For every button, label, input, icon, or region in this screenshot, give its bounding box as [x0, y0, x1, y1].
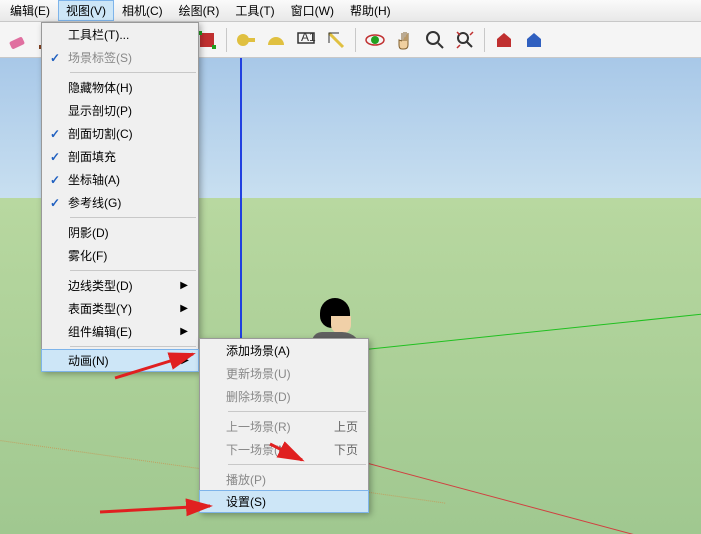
- menu-item-scene-tabs[interactable]: ✓场景标签(S): [42, 46, 198, 69]
- menu-item-update-scene[interactable]: 更新场景(U): [200, 362, 368, 385]
- zoom-icon[interactable]: [421, 26, 449, 54]
- menu-item-edge-style[interactable]: 边线类型(D)▶: [42, 274, 198, 297]
- text-icon[interactable]: A1: [292, 26, 320, 54]
- protractor-icon[interactable]: [262, 26, 290, 54]
- menu-item-delete-scene[interactable]: 删除场景(D): [200, 385, 368, 408]
- menu-tools[interactable]: 工具(T): [227, 0, 282, 21]
- annotation-arrow: [115, 350, 205, 383]
- submenu-arrow-icon: ▶: [180, 326, 188, 337]
- tape-icon[interactable]: [232, 26, 260, 54]
- menu-item-section-cuts[interactable]: ✓剖面切割(C): [42, 122, 198, 145]
- separator-icon: [226, 28, 227, 52]
- menu-item-axes[interactable]: ✓坐标轴(A): [42, 168, 198, 191]
- menu-draw[interactable]: 绘图(R): [171, 0, 228, 21]
- submenu-arrow-icon: ▶: [180, 303, 188, 314]
- menu-window[interactable]: 窗口(W): [283, 0, 342, 21]
- view-dropdown: 工具栏(T)... ✓场景标签(S) 隐藏物体(H) 显示剖切(P) ✓剖面切割…: [41, 22, 199, 372]
- separator: [70, 270, 196, 271]
- axis-blue: [240, 58, 242, 378]
- annotation-arrow: [270, 440, 310, 473]
- menu-view[interactable]: 视图(V): [58, 0, 114, 21]
- pan-icon[interactable]: [391, 26, 419, 54]
- animation-submenu: 添加场景(A) 更新场景(U) 删除场景(D) 上一场景(R)上页 下一场景(N…: [199, 338, 369, 513]
- separator-icon: [355, 28, 356, 52]
- menu-item-section-fill[interactable]: ✓剖面填充: [42, 145, 198, 168]
- warehouse-red-icon[interactable]: [490, 26, 518, 54]
- menu-item-fog[interactable]: 雾化(F): [42, 244, 198, 267]
- zoom-extents-icon[interactable]: [451, 26, 479, 54]
- menu-item-face-style[interactable]: 表面类型(Y)▶: [42, 297, 198, 320]
- dimension-icon[interactable]: [322, 26, 350, 54]
- menu-item-add-scene[interactable]: 添加场景(A): [200, 339, 368, 362]
- annotation-arrow: [100, 498, 220, 521]
- orbit2-icon[interactable]: [361, 26, 389, 54]
- submenu-arrow-icon: ▶: [180, 280, 188, 291]
- menu-camera[interactable]: 相机(C): [114, 0, 171, 21]
- separator: [70, 72, 196, 73]
- separator: [70, 217, 196, 218]
- separator: [228, 411, 366, 412]
- menu-item-shadows[interactable]: 阴影(D): [42, 221, 198, 244]
- menu-item-section-planes[interactable]: 显示剖切(P): [42, 99, 198, 122]
- menu-help[interactable]: 帮助(H): [342, 0, 399, 21]
- menubar: 编辑(E) 视图(V) 相机(C) 绘图(R) 工具(T) 窗口(W) 帮助(H…: [0, 0, 701, 22]
- menu-item-component-edit[interactable]: 组件编辑(E)▶: [42, 320, 198, 343]
- separator: [70, 346, 196, 347]
- menu-item-prev-scene[interactable]: 上一场景(R)上页: [200, 415, 368, 438]
- warehouse-blue-icon[interactable]: [520, 26, 548, 54]
- menu-item-hidden[interactable]: 隐藏物体(H): [42, 76, 198, 99]
- menu-item-guides[interactable]: ✓参考线(G): [42, 191, 198, 214]
- menu-item-toolbar[interactable]: 工具栏(T)...: [42, 23, 198, 46]
- menu-edit[interactable]: 编辑(E): [2, 0, 58, 21]
- separator-icon: [484, 28, 485, 52]
- menu-item-settings[interactable]: 设置(S): [199, 490, 369, 513]
- eraser-icon[interactable]: [4, 26, 32, 54]
- svg-text:A1: A1: [301, 30, 316, 44]
